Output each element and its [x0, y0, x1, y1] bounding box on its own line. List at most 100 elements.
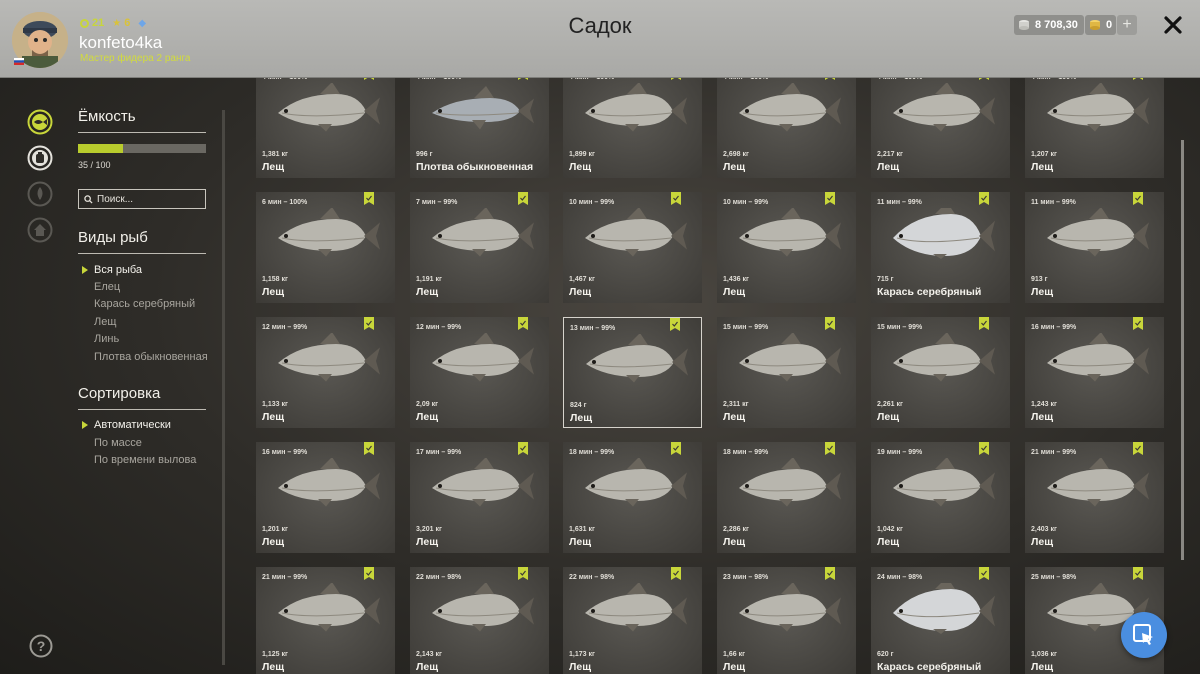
catch-species-name: Лещ: [262, 161, 285, 173]
catch-time: 12 мин – 99%: [262, 324, 308, 331]
catch-card[interactable]: 4 мин – 100% 1,207 кг Лещ: [1025, 78, 1164, 178]
bookmark-icon: [518, 567, 528, 580]
catch-species-name: Лещ: [723, 661, 746, 673]
capacity-title: Ёмкость: [78, 108, 136, 125]
catch-card[interactable]: 10 мин – 99% 1,436 кг Лещ: [717, 192, 856, 303]
fish-icon: [586, 334, 688, 383]
catch-card[interactable]: 11 мин – 99% 715 г Карась серебряный: [871, 192, 1010, 303]
sort-option-weight[interactable]: По массе: [94, 437, 142, 449]
species-filter-item[interactable]: Линь: [94, 333, 119, 345]
species-filter-item[interactable]: Карась серебряный: [94, 298, 195, 310]
catch-card[interactable]: 7 мин – 99% 1,191 кг Лещ: [410, 192, 549, 303]
catch-card[interactable]: 18 мин – 99% 1,631 кг Лещ: [563, 442, 702, 553]
catch-card[interactable]: 13 мин – 99% 824 г Лещ: [563, 317, 702, 428]
catch-card[interactable]: 22 мин – 98% 2,143 кг Лещ: [410, 567, 549, 674]
bookmark-icon: [518, 317, 528, 330]
bookmark-icon: [670, 318, 680, 331]
catch-card[interactable]: 10 мин – 99% 1,467 кг Лещ: [563, 192, 702, 303]
diamonds-stat: ◆: [138, 17, 149, 29]
bookmark-icon: [364, 192, 374, 205]
catch-card[interactable]: 17 мин – 99% 3,201 кг Лещ: [410, 442, 549, 553]
capacity-text: 35 / 100: [78, 160, 111, 170]
campfire-icon[interactable]: [27, 181, 53, 207]
catch-species-name: Лещ: [262, 661, 285, 673]
catch-species-name: Лещ: [569, 161, 592, 173]
home-icon[interactable]: [27, 217, 53, 243]
catch-species-name: Лещ: [262, 411, 285, 423]
catch-weight: 1,436 кг: [723, 276, 749, 283]
catch-species-name: Лещ: [262, 286, 285, 298]
catch-time: 15 мин – 99%: [877, 324, 923, 331]
divider: [78, 253, 206, 254]
username: konfeto4ka: [79, 33, 163, 52]
catch-species-name: Лещ: [416, 661, 439, 673]
catch-species-name: Лещ: [569, 286, 592, 298]
catch-card[interactable]: 4 мин – 100% 2,698 кг Лещ: [717, 78, 856, 178]
fish-icon: [585, 583, 687, 632]
catch-card[interactable]: 16 мин – 99% 1,201 кг Лещ: [256, 442, 395, 553]
species-filter-item[interactable]: Лещ: [94, 316, 116, 328]
fish-icon: [278, 208, 380, 257]
bookmark-icon: [518, 442, 528, 455]
grid-scrollbar[interactable]: [1181, 140, 1184, 560]
catch-weight: 1,631 кг: [569, 526, 595, 533]
catch-card[interactable]: 18 мин – 99% 2,286 кг Лещ: [717, 442, 856, 553]
catch-species-name: Лещ: [1031, 286, 1054, 298]
catch-card[interactable]: 23 мин – 98% 1,66 кг Лещ: [717, 567, 856, 674]
close-icon[interactable]: [1162, 14, 1184, 36]
catch-card[interactable]: 24 мин – 98% 620 г Карась серебряный: [871, 567, 1010, 674]
fish-keepnet-icon[interactable]: [27, 109, 53, 135]
species-filter-item[interactable]: Елец: [94, 281, 120, 293]
backpack-icon[interactable]: [27, 145, 53, 171]
catch-weight: 2,698 кг: [723, 151, 749, 158]
species-filter-all[interactable]: Вся рыба: [94, 264, 142, 276]
fish-icon: [585, 458, 687, 507]
catch-time: 21 мин – 99%: [262, 574, 308, 581]
catch-weight: 1,207 кг: [1031, 151, 1057, 158]
bookmark-icon: [518, 192, 528, 205]
catch-card[interactable]: 21 мин – 99% 1,125 кг Лещ: [256, 567, 395, 674]
catch-weight: 2,286 кг: [723, 526, 749, 533]
catch-time: 18 мин – 99%: [723, 449, 769, 456]
catch-time: 16 мин – 99%: [262, 449, 308, 456]
catch-time: 10 мин – 99%: [569, 199, 615, 206]
catch-card[interactable]: 4 мин – 100% 1,899 кг Лещ: [563, 78, 702, 178]
catch-time: 10 мин – 99%: [723, 199, 769, 206]
plus-icon[interactable]: +: [1117, 15, 1137, 35]
catch-card[interactable]: 12 мин – 99% 1,133 кг Лещ: [256, 317, 395, 428]
sort-option-time[interactable]: По времени вылова: [94, 454, 196, 466]
catch-card[interactable]: 6 мин – 100% 1,158 кг Лещ: [256, 192, 395, 303]
catch-card[interactable]: 15 мин – 99% 2,261 кг Лещ: [871, 317, 1010, 428]
catch-card[interactable]: 4 мин – 100% 1,381 кг Лещ: [256, 78, 395, 178]
catch-card[interactable]: 16 мин – 99% 1,243 кг Лещ: [1025, 317, 1164, 428]
catch-time: 4 мин – 100%: [723, 78, 768, 81]
search-icon: [84, 194, 93, 204]
species-filter-item[interactable]: Плотва обыкновенная: [94, 351, 208, 363]
catch-card[interactable]: 19 мин – 99% 1,042 кг Лещ: [871, 442, 1010, 553]
species-section: Виды рыб: [78, 229, 206, 254]
catch-card[interactable]: 22 мин – 98% 1,173 кг Лещ: [563, 567, 702, 674]
sidebar-scrollbar[interactable]: [222, 110, 225, 665]
catch-species-name: Плотва обыкновенная: [416, 161, 534, 173]
catch-weight: 1,036 кг: [1031, 651, 1057, 658]
catch-species-name: Лещ: [723, 161, 746, 173]
bookmark-icon: [825, 192, 835, 205]
catch-card[interactable]: 4 мин – 100% 996 г Плотва обыкновенная: [410, 78, 549, 178]
catch-card[interactable]: 4 мин – 100% 2,217 кг Лещ: [871, 78, 1010, 178]
catch-card[interactable]: 21 мин – 99% 2,403 кг Лещ: [1025, 442, 1164, 553]
catch-weight: 2,311 кг: [723, 401, 749, 408]
catch-card[interactable]: 15 мин – 99% 2,311 кг Лещ: [717, 317, 856, 428]
catch-species-name: Лещ: [416, 286, 439, 298]
catch-species-name: Лещ: [569, 661, 592, 673]
catch-card[interactable]: 12 мин – 99% 2,09 кг Лещ: [410, 317, 549, 428]
bookmark-icon: [364, 317, 374, 330]
sort-option-auto[interactable]: Автоматически: [94, 419, 171, 431]
search-input[interactable]: Поиск...: [78, 189, 206, 209]
catch-species-name: Лещ: [723, 536, 746, 548]
catch-card[interactable]: 11 мин – 99% 913 г Лещ: [1025, 192, 1164, 303]
catch-weight: 1,381 кг: [262, 151, 288, 158]
catch-time: 11 мин – 99%: [877, 199, 922, 206]
cursor-mode-button[interactable]: [1121, 612, 1167, 658]
catch-species-name: Лещ: [416, 411, 439, 423]
help-icon[interactable]: ?: [29, 634, 53, 658]
